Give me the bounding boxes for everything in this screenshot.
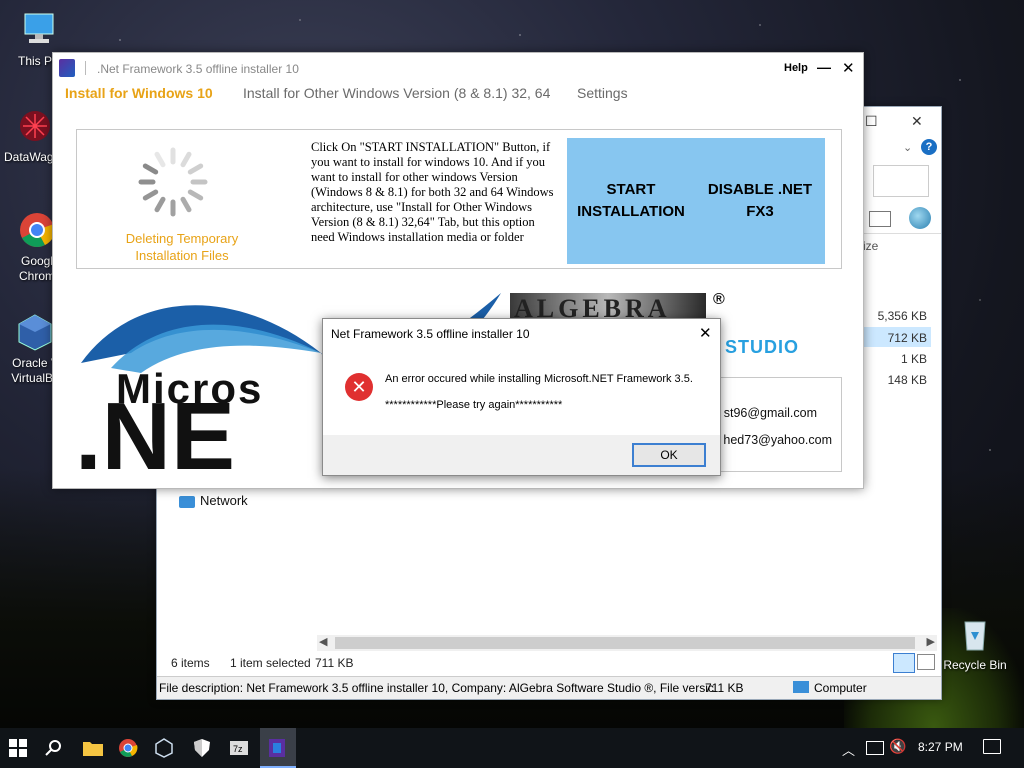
notifications-icon[interactable] (983, 739, 1001, 754)
explorer-search-input[interactable] (873, 165, 929, 197)
installer-title-bar: .Net Framework 3.5 offline installer 10 … (53, 53, 863, 83)
file-explorer-taskbar-icon[interactable] (82, 736, 106, 760)
tab-install-windows-10[interactable]: Install for Windows 10 (65, 85, 213, 101)
maximize-icon[interactable]: ☐ (865, 113, 878, 130)
dotnet-logo-text-bottom: .NE (75, 383, 236, 474)
computer-icon (19, 10, 59, 50)
archive-taskbar-icon[interactable]: 7z (228, 736, 252, 760)
ok-button[interactable]: OK (632, 443, 706, 467)
nav-label: Network (200, 493, 248, 508)
volume-muted-icon[interactable]: 🔇 (889, 738, 906, 755)
selection-size: 711 KB (315, 656, 354, 670)
tab-settings[interactable]: Settings (577, 85, 628, 101)
help-button[interactable]: Help (784, 62, 808, 74)
scroll-thumb[interactable] (335, 637, 915, 649)
app-logo-icon (59, 59, 75, 77)
contact-email-gmail[interactable]: st96@gmail.com (724, 406, 817, 420)
file-size: 148 KB (887, 373, 927, 387)
horizontal-scrollbar[interactable]: ◀ ▶ (317, 635, 937, 651)
error-retry-message: ************Please try again*********** (385, 399, 563, 411)
desktop-icon-recycle-bin[interactable]: Recycle Bin (940, 614, 1010, 673)
virtualbox-taskbar-icon[interactable] (154, 736, 178, 760)
items-count: 6 items (171, 656, 210, 670)
file-size-selected: 712 KB (887, 331, 927, 345)
help-icon[interactable]: ? (921, 139, 937, 155)
file-size-info: 711 KB (705, 681, 744, 695)
error-dialog: Net Framework 3.5 offline installer 10 ✕… (322, 318, 721, 476)
installation-instructions: Click On "START INSTALLATION" Button, if… (311, 140, 554, 244)
scroll-right-icon[interactable]: ▶ (927, 635, 935, 648)
error-message: An error occured while installing Micros… (385, 373, 693, 385)
datawag-icon (15, 106, 55, 146)
network-status-icon[interactable] (866, 741, 884, 755)
chrome-icon (17, 210, 57, 250)
close-button[interactable]: ✕ (842, 59, 855, 77)
installer-taskbar-icon[interactable] (266, 736, 290, 760)
size-column-header[interactable]: ize (863, 239, 878, 253)
tab-install-other-windows[interactable]: Install for Other Windows Version (8 & 8… (243, 85, 550, 101)
installation-status: Deleting Temporary Installation Files (125, 231, 239, 263)
globe-icon (909, 207, 931, 229)
svg-text:7z: 7z (233, 744, 243, 754)
scroll-left-icon[interactable]: ◀ (319, 635, 327, 648)
defender-shield-icon[interactable] (192, 736, 216, 760)
start-installation-button[interactable]: START INSTALLATION (569, 179, 693, 223)
chevron-down-icon[interactable]: ⌄ (903, 141, 912, 154)
selection-count: 1 item selected (230, 656, 311, 670)
explorer-info-bar: File description: Net Framework 3.5 offl… (157, 676, 941, 699)
install-panel: Deleting Temporary Installation Files Cl… (76, 129, 842, 269)
desktop-icon-label: Recycle Bin (943, 658, 1007, 672)
minimize-button[interactable]: — (817, 59, 831, 75)
title-separator (85, 61, 86, 75)
dialog-title-bar: Net Framework 3.5 offline installer 10 ✕ (323, 319, 720, 349)
search-icon[interactable] (44, 736, 68, 760)
computer-small-icon (793, 681, 809, 693)
error-icon: ✕ (345, 373, 373, 401)
disable-net-fx3-button[interactable]: DISABLE .NET FX3 (699, 179, 821, 223)
clock[interactable]: 8:27 PM (918, 740, 963, 754)
recycle-bin-icon (955, 614, 995, 654)
loading-spinner-icon (138, 147, 208, 217)
explorer-status-bar: 6 items 1 item selected 711 KB (157, 653, 941, 675)
location-label: Computer (814, 681, 867, 695)
large-icons-view-icon[interactable] (917, 654, 935, 670)
windows-start-icon[interactable] (8, 736, 32, 760)
dialog-close-button[interactable]: ✕ (699, 324, 712, 342)
nav-item-network[interactable]: Network (179, 493, 248, 508)
dialog-title: Net Framework 3.5 offline installer 10 (331, 327, 530, 341)
close-icon[interactable]: ✕ (911, 113, 923, 130)
installer-title: .Net Framework 3.5 offline installer 10 (97, 62, 299, 76)
file-description: File description: Net Framework 3.5 offl… (159, 681, 714, 695)
file-size: 1 KB (900, 352, 927, 366)
file-size: 5,356 KB (877, 309, 927, 323)
action-buttons-area: START INSTALLATION DISABLE .NET FX3 (567, 138, 825, 264)
chrome-taskbar-icon[interactable] (118, 736, 142, 760)
details-view-icon[interactable] (893, 653, 915, 673)
registered-mark: ® (713, 291, 725, 308)
show-hidden-icons-icon[interactable]: ︿ (842, 740, 855, 759)
preview-pane-icon[interactable] (869, 211, 891, 227)
studio-label: STUDIO (725, 337, 800, 357)
network-icon (179, 495, 195, 508)
contact-email-yahoo[interactable]: hed73@yahoo.com (723, 433, 832, 447)
dialog-body: ✕ An error occured while installing Micr… (323, 349, 720, 435)
virtualbox-icon (15, 312, 55, 352)
taskbar: 7z ︿ 🔇 8:27 PM (0, 728, 1024, 768)
